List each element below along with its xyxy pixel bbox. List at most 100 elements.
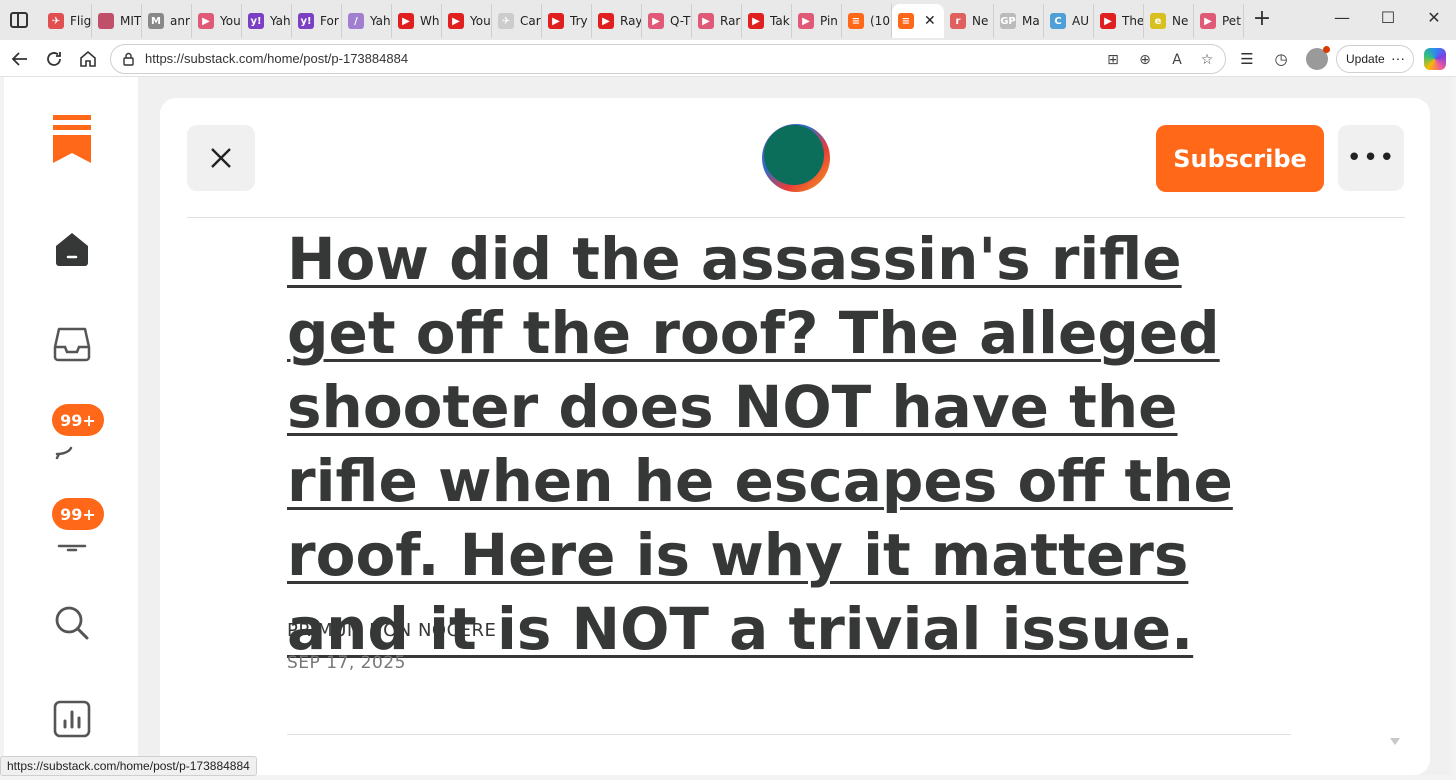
browser-tab[interactable]: ▶ Rar [692, 4, 742, 38]
notifications-badge: 99+ [52, 498, 104, 530]
browser-tab[interactable]: ▶ Tak [742, 4, 792, 38]
tab-favicon-icon: e [1150, 13, 1166, 29]
browser-tab[interactable]: ▶ Pin [792, 4, 842, 38]
tab-favicon-icon: r [950, 13, 966, 29]
tab-actions-icon[interactable] [10, 12, 28, 28]
inbox-nav-icon[interactable] [50, 322, 94, 366]
substack-logo-icon[interactable] [50, 115, 94, 163]
browser-tab[interactable]: GP Ma [994, 4, 1044, 38]
back-icon[interactable] [8, 47, 32, 71]
window-close-button[interactable]: ✕ [1422, 8, 1446, 27]
tab-label: Try [570, 14, 588, 28]
browser-tab[interactable]: Manr [142, 4, 192, 38]
tab-label: anr [170, 14, 190, 28]
app-available-icon[interactable]: ⊞ [1103, 50, 1123, 70]
browser-tab[interactable]: MIT [92, 4, 142, 38]
tab-favicon-icon: ▶ [1100, 13, 1116, 29]
browser-tab[interactable]: ▶ Ray [592, 4, 642, 38]
tab-close-icon[interactable]: ✕ [924, 13, 936, 29]
tab-label: Pet [1222, 14, 1241, 28]
home-icon[interactable] [76, 47, 100, 71]
header-divider [187, 217, 1405, 218]
tab-favicon-icon: GP [1000, 13, 1016, 29]
maximize-button[interactable]: ☐ [1376, 8, 1400, 27]
close-post-button[interactable] [187, 125, 255, 191]
lock-icon[interactable] [123, 52, 134, 66]
browser-tab[interactable]: / Yah [342, 4, 392, 38]
more-options-button[interactable]: ••• [1338, 125, 1404, 191]
favorite-star-icon[interactable]: ☆ [1197, 50, 1217, 70]
tab-favicon-icon: ≡ [848, 13, 864, 29]
browser-tab[interactable]: ▶ Q-T [642, 4, 692, 38]
tab-label: Ne [972, 14, 989, 28]
post-author[interactable]: PRIMUM NON NOCERE [287, 620, 496, 641]
tab-label: Pin [820, 14, 838, 28]
browser-tab[interactable]: ▶ Wh [392, 4, 442, 38]
tab-label: Tak [770, 14, 790, 28]
tab-favicon-icon [98, 13, 114, 29]
tab-favicon-icon: y! [298, 13, 314, 29]
subscribe-button[interactable]: Subscribe [1156, 125, 1324, 192]
browser-tab[interactable]: ▶ You [192, 4, 242, 38]
browser-tab[interactable]: r Ne [944, 4, 994, 38]
tab-label: Ray [620, 14, 642, 28]
tab-label: Yah [270, 14, 291, 28]
tab-label: For [320, 14, 339, 28]
tab-label: AU [1072, 14, 1089, 28]
tab-favicon-icon: / [348, 13, 364, 29]
tab-label: (10 [870, 14, 890, 28]
new-tab-button[interactable]: + [1250, 6, 1274, 31]
browser-tab[interactable]: ▶ Try [542, 4, 592, 38]
browser-tab[interactable]: ≡ (10 [842, 4, 892, 38]
tab-label: Q-T [670, 14, 691, 28]
tab-favicon-icon: ✈ [48, 13, 64, 29]
browser-tab[interactable]: y! Yah [242, 4, 292, 38]
tab-favicon-icon: ▶ [698, 13, 714, 29]
tab-label: Wh [420, 14, 440, 28]
minimize-button[interactable]: — [1330, 8, 1354, 27]
favorites-icon[interactable]: ☰ [1236, 48, 1258, 70]
tab-label: Rar [720, 14, 741, 28]
close-icon [211, 148, 231, 168]
browser-tab[interactable]: C AU [1044, 4, 1094, 38]
update-button[interactable]: Update ··· [1336, 45, 1414, 73]
tab-label: You [220, 14, 241, 28]
profile-avatar[interactable] [1306, 46, 1330, 70]
dashboard-nav-icon[interactable] [50, 697, 94, 741]
tab-favicon-icon: M [148, 13, 164, 29]
history-icon[interactable]: ◷ [1270, 48, 1292, 70]
tab-favicon-icon: ▶ [798, 13, 814, 29]
url-text[interactable]: https://substack.com/home/post/p-1738848… [145, 51, 408, 66]
tab-favicon-icon: ≡ [898, 13, 914, 29]
search-nav-icon[interactable] [50, 601, 94, 645]
tab-label: Ma [1022, 14, 1040, 28]
tab-label: Ne [1172, 14, 1189, 28]
browser-toolbar: https://substack.com/home/post/p-1738848… [0, 40, 1456, 77]
refresh-icon[interactable] [42, 47, 66, 71]
zoom-icon[interactable]: ⊕ [1135, 50, 1155, 70]
browser-tab[interactable]: e Ne [1144, 4, 1194, 38]
settings-more-icon[interactable]: ··· [1391, 50, 1405, 66]
browser-tab[interactable]: y! For [292, 4, 342, 38]
browser-tab[interactable]: ▶ You [442, 4, 492, 38]
publication-logo[interactable] [762, 124, 830, 192]
tab-favicon-icon: ▶ [1200, 13, 1216, 29]
tab-strip: ✈ Flig MIT Manr ▶ You y! Yah y! For / Yah ▶ Wh ▶ You ✈ Ca… [0, 0, 1456, 40]
tab-favicon-icon: ▶ [648, 13, 664, 29]
post-title[interactable]: How did the assassin's rifle get off the… [287, 222, 1307, 666]
address-bar[interactable]: https://substack.com/home/post/p-1738848… [110, 44, 1226, 74]
read-aloud-icon[interactable]: A [1167, 50, 1187, 70]
scroll-down-icon[interactable] [1390, 738, 1400, 745]
tab-label: Yah [370, 14, 391, 28]
browser-tab[interactable]: ✈ Flig [42, 4, 92, 38]
tab-list: ✈ Flig MIT Manr ▶ You y! Yah y! For / Yah ▶ Wh ▶ You ✈ Ca… [42, 4, 1244, 38]
browser-tab[interactable]: ✈ Car [492, 4, 542, 38]
tab-favicon-icon: ▶ [548, 13, 564, 29]
tab-favicon-icon: ▶ [748, 13, 764, 29]
browser-tab[interactable]: ▶ The [1094, 4, 1144, 38]
update-label: Update [1346, 52, 1385, 66]
browser-tab[interactable]: ▶ Pet [1194, 4, 1244, 38]
home-nav-icon[interactable] [50, 227, 94, 271]
copilot-icon[interactable] [1424, 48, 1446, 70]
tab-active[interactable]: ≡ ✕ [892, 4, 944, 38]
